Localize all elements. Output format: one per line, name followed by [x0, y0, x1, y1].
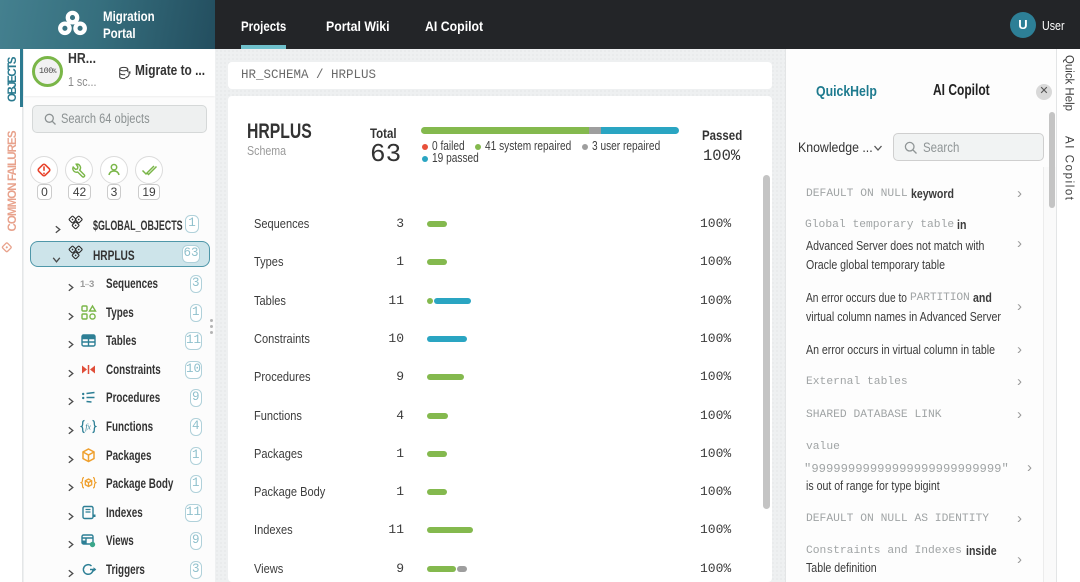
svg-text:AI Copilot: AI Copilot: [1063, 136, 1075, 201]
svg-text:Quick Help: Quick Help: [1063, 55, 1075, 111]
svg-text:COMMON FAILURES: COMMON FAILURES: [7, 130, 19, 231]
svg-text:3: 3: [89, 279, 94, 290]
svg-text:fx: fx: [85, 423, 91, 432]
svg-text:OBJECTS: OBJECTS: [7, 56, 19, 102]
